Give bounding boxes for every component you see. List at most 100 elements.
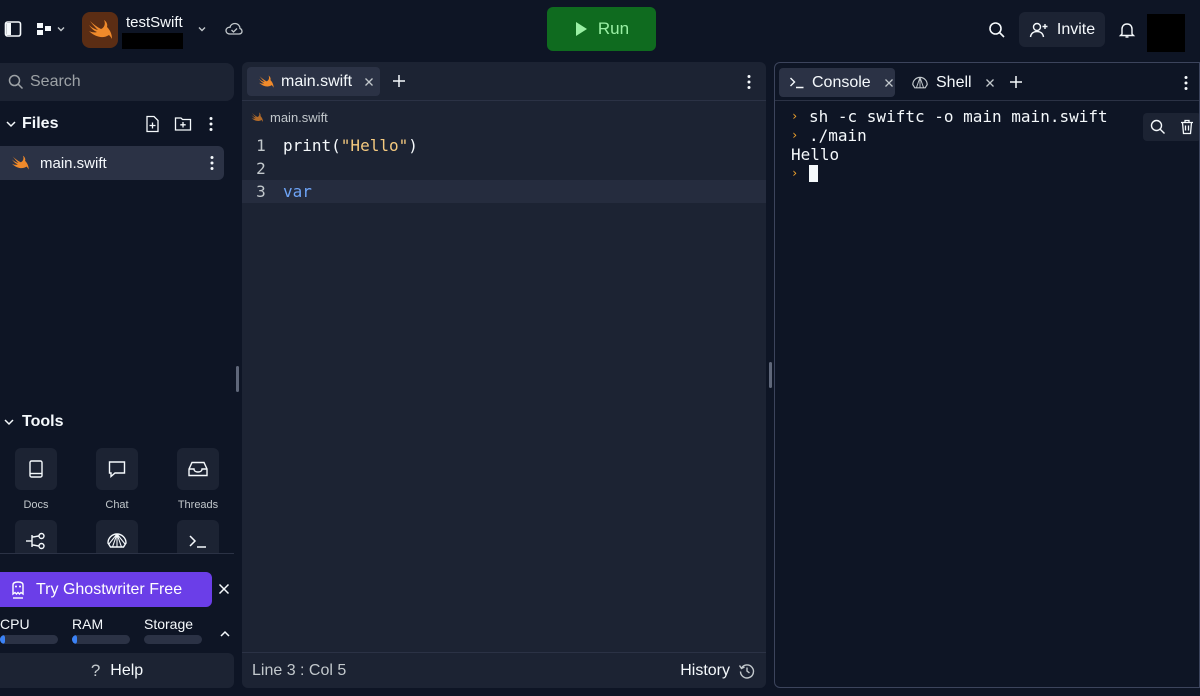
terminal-icon bbox=[177, 520, 219, 553]
tab-shell[interactable]: Shell bbox=[901, 68, 997, 97]
run-button[interactable]: Run bbox=[547, 7, 656, 51]
line-number: 1 bbox=[256, 136, 266, 155]
app-owner-redacted bbox=[122, 33, 183, 49]
breadcrumb: main.swift bbox=[250, 108, 328, 126]
cloud-sync-icon[interactable] bbox=[225, 21, 243, 37]
prompt-chevron-icon: › bbox=[791, 109, 799, 123]
left-sidebar: Search Files main.swift Tools Docs Chat … bbox=[0, 60, 234, 696]
chevron-down-icon bbox=[57, 27, 65, 32]
tools-section-header[interactable]: Tools bbox=[0, 410, 234, 434]
swift-file-icon bbox=[259, 75, 274, 88]
tab-main-swift[interactable]: main.swift bbox=[247, 67, 380, 96]
workspace-icon bbox=[37, 23, 51, 35]
prompt-chevron-icon: › bbox=[791, 166, 799, 180]
line-number: 3 bbox=[256, 182, 266, 201]
line-number: 2 bbox=[256, 159, 266, 178]
play-icon bbox=[575, 22, 587, 36]
storage-label: Storage bbox=[144, 616, 194, 632]
close-icon[interactable] bbox=[218, 583, 230, 595]
chevron-down-icon[interactable] bbox=[0, 118, 22, 130]
sidebar-toggle-icon[interactable] bbox=[4, 20, 22, 38]
search-icon[interactable] bbox=[1150, 119, 1166, 135]
sidebar-resize-handle[interactable] bbox=[236, 366, 239, 392]
file-name: main.swift bbox=[40, 154, 107, 172]
prompt-chevron-icon: › bbox=[791, 128, 799, 142]
history-button[interactable]: History bbox=[680, 662, 756, 680]
more-options-icon[interactable] bbox=[1183, 75, 1189, 91]
file-item-main-swift[interactable]: main.swift bbox=[0, 146, 224, 180]
file-more-options-icon[interactable] bbox=[209, 155, 215, 171]
invite-label: Invite bbox=[1056, 20, 1096, 38]
chat-bubble-icon bbox=[96, 448, 138, 490]
editor-panel: main.swift main.swift 1 print("Hello") 2… bbox=[242, 62, 766, 688]
help-button[interactable]: ? Help bbox=[0, 653, 234, 688]
more-options-icon[interactable] bbox=[208, 116, 214, 132]
add-tab-icon[interactable] bbox=[392, 74, 406, 88]
console-text: sh -c swiftc -o main main.swift bbox=[809, 107, 1108, 126]
ghostwriter-icon bbox=[12, 580, 24, 599]
more-options-icon[interactable] bbox=[746, 74, 752, 90]
new-file-icon[interactable] bbox=[144, 115, 161, 133]
files-title[interactable]: Files bbox=[22, 115, 58, 133]
tool-threads[interactable]: Threads bbox=[168, 448, 228, 511]
tab-console[interactable]: Console bbox=[779, 68, 895, 97]
avatar[interactable] bbox=[1147, 14, 1185, 52]
chevron-up-icon[interactable] bbox=[219, 629, 231, 639]
editor-tab-bar: main.swift bbox=[242, 62, 766, 101]
book-icon bbox=[15, 448, 57, 490]
cpu-label: CPU bbox=[0, 616, 30, 632]
new-folder-icon[interactable] bbox=[174, 115, 192, 132]
close-icon[interactable] bbox=[985, 78, 995, 88]
console-panel: Console Shell › sh -c swiftc -o main mai… bbox=[774, 62, 1200, 688]
app-name[interactable]: testSwift bbox=[126, 12, 183, 32]
add-tab-icon[interactable] bbox=[1009, 75, 1023, 89]
shell-icon bbox=[912, 76, 928, 88]
breadcrumb-file[interactable]: main.swift bbox=[270, 110, 328, 125]
code-text: var bbox=[283, 182, 312, 201]
search-icon[interactable] bbox=[987, 20, 1007, 40]
history-label: History bbox=[680, 661, 730, 679]
app-swift-icon[interactable] bbox=[82, 12, 118, 48]
panel-resize-handle[interactable] bbox=[769, 362, 772, 388]
code-text: print("Hello") bbox=[283, 136, 418, 155]
console-line: › ./main bbox=[791, 126, 1171, 145]
tool-label: Threads bbox=[177, 499, 219, 511]
add-user-icon bbox=[1029, 22, 1048, 37]
trash-icon[interactable] bbox=[1180, 119, 1194, 135]
tool-label: Chat bbox=[105, 499, 129, 511]
chevron-down-icon bbox=[0, 416, 18, 428]
tab-label: Console bbox=[812, 73, 871, 91]
top-bar: testSwift Run Invite bbox=[0, 0, 1200, 60]
cpu-usage-bar bbox=[0, 635, 58, 644]
chevron-down-icon[interactable] bbox=[195, 22, 209, 36]
console-output[interactable]: › sh -c swiftc -o main main.swift › ./ma… bbox=[791, 107, 1171, 183]
tools-title: Tools bbox=[22, 413, 64, 430]
console-line: › sh -c swiftc -o main main.swift bbox=[791, 107, 1171, 126]
inbox-icon bbox=[177, 448, 219, 490]
swift-file-icon bbox=[251, 112, 263, 122]
terminal-icon bbox=[790, 77, 804, 88]
close-icon[interactable] bbox=[884, 78, 894, 88]
tool-console[interactable] bbox=[168, 520, 228, 553]
search-input[interactable]: Search bbox=[0, 63, 234, 101]
ghostwriter-button[interactable]: Try Ghostwriter Free bbox=[0, 572, 212, 607]
workspace-menu[interactable] bbox=[34, 20, 68, 38]
console-toolbar bbox=[1143, 113, 1199, 141]
console-text: Hello bbox=[791, 145, 840, 164]
tool-chat[interactable]: Chat bbox=[87, 448, 147, 511]
tool-docs[interactable]: Docs bbox=[6, 448, 66, 511]
console-input-line[interactable]: › bbox=[791, 164, 1171, 183]
files-section-header: Files bbox=[0, 110, 234, 138]
cursor-position[interactable]: Line 3 : Col 5 bbox=[252, 662, 346, 680]
shell-icon bbox=[96, 520, 138, 553]
history-icon bbox=[738, 663, 755, 679]
tool-shell[interactable] bbox=[87, 520, 147, 553]
text-cursor bbox=[809, 165, 818, 182]
code-editor[interactable]: 1 print("Hello") 2 3 var bbox=[242, 134, 766, 203]
invite-button[interactable]: Invite bbox=[1019, 12, 1105, 47]
tab-label: main.swift bbox=[281, 72, 353, 90]
tool-git[interactable] bbox=[6, 520, 66, 553]
bell-icon[interactable] bbox=[1117, 20, 1137, 40]
close-icon[interactable] bbox=[364, 77, 374, 87]
ghostwriter-label: Try Ghostwriter Free bbox=[36, 580, 183, 598]
